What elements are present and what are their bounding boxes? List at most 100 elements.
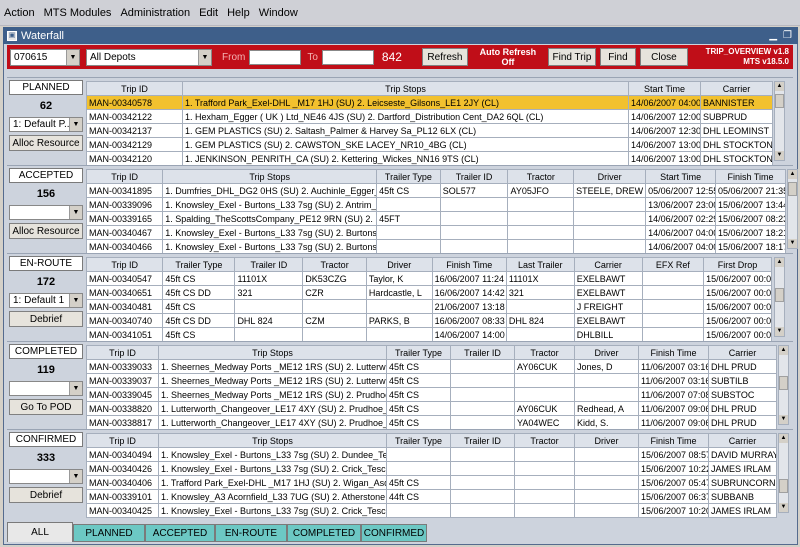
table-cell[interactable]: Kidd, S. bbox=[574, 415, 639, 430]
table-cell[interactable] bbox=[234, 299, 304, 314]
column-header[interactable]: Carrier bbox=[708, 345, 777, 360]
table-cell[interactable]: 1. Sheernes_Medway Ports _ME12 1RS (SU) … bbox=[158, 373, 387, 388]
table-cell[interactable] bbox=[641, 327, 705, 342]
table-cell[interactable] bbox=[302, 299, 367, 314]
table-cell[interactable]: 45FT bbox=[376, 211, 441, 226]
table-cell[interactable]: 45ft CS bbox=[386, 415, 451, 430]
table-cell[interactable]: 45ft CS bbox=[386, 475, 451, 490]
table-cell[interactable] bbox=[450, 503, 515, 518]
table-cell[interactable]: MAN-00340406 bbox=[86, 475, 159, 490]
filter-select[interactable]: ▼ bbox=[9, 205, 83, 220]
column-header[interactable]: Carrier bbox=[700, 81, 773, 96]
table-cell[interactable]: MAN-00340426 bbox=[86, 461, 159, 476]
table-cell[interactable]: 15/06/2007 00:00 bbox=[703, 271, 772, 286]
tab-planned[interactable]: PLANNED bbox=[73, 524, 145, 542]
table-cell[interactable]: EXELBAWT bbox=[573, 285, 643, 300]
table-cell[interactable] bbox=[365, 299, 433, 314]
table-cell[interactable]: DHL PRUD bbox=[708, 415, 777, 430]
column-header[interactable]: Trip ID bbox=[86, 433, 159, 448]
table-cell[interactable]: 321 bbox=[505, 285, 575, 300]
table-cell[interactable] bbox=[641, 299, 705, 314]
planned-scrollbar[interactable]: ▲ ▼ bbox=[774, 81, 785, 161]
table-cell[interactable] bbox=[573, 239, 647, 254]
column-header[interactable]: Trip Stops bbox=[158, 433, 387, 448]
column-header[interactable]: Driver bbox=[574, 433, 639, 448]
column-header[interactable]: Finish Time bbox=[715, 169, 786, 184]
table-cell[interactable]: 1. JENKINSON_PENRITH_CA (SU) 2. Ketterin… bbox=[182, 151, 629, 166]
close-button[interactable]: Close bbox=[639, 48, 688, 66]
table-cell[interactable]: DK53CZG bbox=[302, 271, 367, 286]
table-cell[interactable]: 14/06/2007 12:00 bbox=[628, 109, 701, 124]
menu-window[interactable]: Window bbox=[259, 7, 298, 19]
table-cell[interactable] bbox=[514, 475, 575, 490]
column-header[interactable]: Trip ID bbox=[86, 345, 159, 360]
table-cell[interactable]: MAN-00340467 bbox=[85, 225, 164, 240]
table-cell[interactable]: DHL PRUD bbox=[708, 401, 777, 416]
table-cell[interactable] bbox=[574, 387, 639, 402]
table-cell[interactable]: 1. Spalding_TheScottsCompany_PE12 9RN (S… bbox=[162, 211, 378, 226]
table-cell[interactable]: DHL PRUD bbox=[708, 359, 777, 374]
table-cell[interactable]: 05/06/2007 12:55 bbox=[645, 183, 717, 198]
enroute-scrollbar[interactable]: ▲ ▼ bbox=[774, 257, 785, 337]
table-row[interactable]: MAN-00342120 1. JENKINSON_PENRITH_CA (SU)… bbox=[86, 151, 773, 166]
table-cell[interactable]: JAMES IRLAM bbox=[708, 503, 777, 518]
table-cell[interactable]: DHLBILL bbox=[573, 327, 643, 342]
confirmed-scrollbar[interactable]: ▲ ▼ bbox=[778, 433, 789, 513]
table-cell[interactable] bbox=[507, 239, 575, 254]
table-cell[interactable]: J FREIGHT bbox=[573, 299, 643, 314]
table-cell[interactable]: MAN-00340425 bbox=[86, 503, 159, 518]
table-cell[interactable]: 14/06/2007 14:00 bbox=[431, 327, 507, 342]
table-cell[interactable]: 14/06/2007 13:00 bbox=[628, 137, 701, 152]
table-cell[interactable]: 45ft CS bbox=[386, 359, 451, 374]
table-row[interactable]: MAN-00340406 1. Trafford Park_Exel-DHL _M… bbox=[86, 475, 777, 490]
table-cell[interactable]: 11101X bbox=[505, 271, 575, 286]
table-cell[interactable] bbox=[365, 327, 433, 342]
table-cell[interactable]: 45ft CS DD bbox=[162, 313, 236, 328]
table-cell[interactable]: 16/06/2007 08:33 bbox=[431, 313, 507, 328]
table-cell[interactable]: MAN-00339165 bbox=[85, 211, 164, 226]
to-input[interactable] bbox=[321, 49, 374, 65]
table-cell[interactable] bbox=[450, 447, 515, 462]
table-cell[interactable] bbox=[574, 447, 639, 462]
table-cell[interactable] bbox=[439, 225, 509, 240]
table-cell[interactable]: 15/06/2007 08:57 bbox=[638, 447, 709, 462]
column-header[interactable]: Trip Stops bbox=[162, 169, 378, 184]
table-cell[interactable]: MAN-00339045 bbox=[86, 387, 159, 402]
table-cell[interactable]: 15/06/2007 00:00 bbox=[703, 285, 772, 300]
table-cell[interactable]: 1. Trafford Park_Exel-DHL _M17 1HJ (SU) … bbox=[158, 475, 387, 490]
table-cell[interactable]: DHL 824 bbox=[234, 313, 304, 328]
table-cell[interactable]: 15/06/2007 18:21 bbox=[715, 225, 786, 240]
table-cell[interactable]: 45ft CS bbox=[386, 387, 451, 402]
table-cell[interactable]: 14/06/2007 04:00 bbox=[645, 239, 717, 254]
table-cell[interactable]: SUBSTOC bbox=[708, 387, 777, 402]
table-cell[interactable] bbox=[386, 503, 451, 518]
table-cell[interactable] bbox=[641, 271, 705, 286]
column-header[interactable]: First Drop bbox=[703, 257, 772, 272]
column-header[interactable]: EFX Ref bbox=[641, 257, 705, 272]
table-row[interactable]: MAN-00340578 1. Trafford Park_Exel-DHL _M… bbox=[86, 95, 773, 110]
table-cell[interactable]: 1. Knowsley_Exel - Burtons_L33 7sg (SU) … bbox=[158, 447, 387, 462]
table-cell[interactable] bbox=[505, 327, 575, 342]
column-header[interactable]: Trailer ID bbox=[439, 169, 509, 184]
column-header[interactable]: Trip ID bbox=[85, 257, 164, 272]
column-header[interactable]: Driver bbox=[573, 169, 647, 184]
table-cell[interactable]: 15/06/2007 10:20 bbox=[638, 503, 709, 518]
table-cell[interactable]: DHL LEOMINST bbox=[700, 123, 773, 138]
table-cell[interactable]: 11/06/2007 03:16 bbox=[638, 359, 709, 374]
column-header[interactable]: Trailer Type bbox=[386, 433, 451, 448]
table-cell[interactable]: MAN-00338820 bbox=[86, 401, 159, 416]
table-cell[interactable]: 15/06/2007 18:17 bbox=[715, 239, 786, 254]
table-cell[interactable]: 15/06/2007 13:44 bbox=[715, 197, 786, 212]
column-header[interactable]: Tractor bbox=[302, 257, 367, 272]
table-cell[interactable] bbox=[514, 373, 575, 388]
menu-edit[interactable]: Edit bbox=[199, 7, 218, 19]
table-cell[interactable] bbox=[505, 299, 575, 314]
table-cell[interactable]: JAMES IRLAM bbox=[708, 461, 777, 476]
table-cell[interactable]: EXELBAWT bbox=[573, 271, 643, 286]
table-cell[interactable]: 1. Dumfries_DHL_DG2 0HS (SU) 2. Auchinle… bbox=[162, 183, 378, 198]
table-row[interactable]: MAN-00340494 1. Knowsley_Exel - Burtons_L… bbox=[86, 447, 777, 462]
menu-administration[interactable]: Administration bbox=[120, 7, 190, 19]
table-cell[interactable]: MAN-00340651 bbox=[85, 285, 164, 300]
table-cell[interactable]: 1. Knowsley_Exel - Burtons_L33 7sg (SU) … bbox=[158, 503, 387, 518]
table-cell[interactable] bbox=[376, 225, 441, 240]
